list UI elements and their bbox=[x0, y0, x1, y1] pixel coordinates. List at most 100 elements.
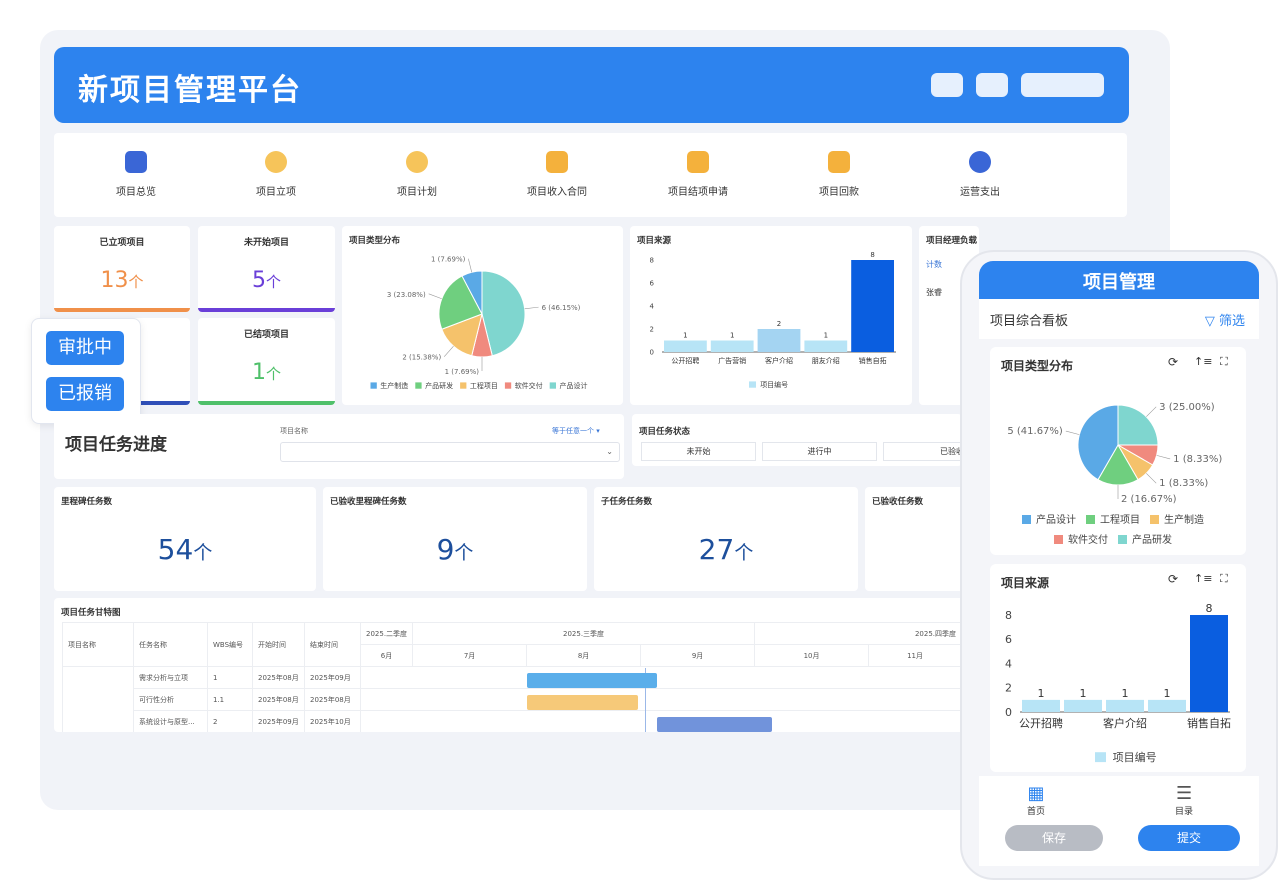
quarter-label: 2025.三季度 bbox=[412, 622, 756, 645]
x-tick-label: 销售自拓 bbox=[859, 356, 887, 365]
label-leader bbox=[428, 293, 442, 300]
pie-chart: 6 (46.15%) 1 (7.69%) 2 (15.38%) 3 (23.08%) 1… bbox=[370, 256, 588, 390]
nav-item[interactable]: 项目立项 bbox=[216, 151, 336, 198]
legend-swatch bbox=[460, 382, 467, 389]
gantt-bar[interactable] bbox=[527, 695, 638, 710]
legend-label: 产品研发 bbox=[425, 381, 453, 390]
project-name-select[interactable]: ⌄ bbox=[280, 442, 620, 462]
gantt-bar[interactable] bbox=[657, 717, 772, 732]
bar-value-label: 8 bbox=[870, 251, 874, 259]
bar-value-label: 1 bbox=[683, 332, 687, 340]
bar bbox=[664, 340, 707, 352]
stat-card-closed: 已结项项目 1个 bbox=[198, 318, 335, 405]
chart-title: 项目任务甘特图 bbox=[61, 608, 121, 618]
approving-tag[interactable]: 审批中 bbox=[46, 331, 124, 365]
filter-mode-dropdown[interactable]: 等于任意一个 ▾ bbox=[552, 426, 600, 436]
header-button-3[interactable] bbox=[1021, 73, 1104, 97]
nav-label: 项目总览 bbox=[116, 187, 156, 198]
project-start-icon bbox=[265, 151, 287, 173]
y-tick-label: 0 bbox=[1005, 706, 1012, 719]
column-header: WBS编号 bbox=[207, 622, 253, 667]
nav-label: 项目收入合同 bbox=[527, 187, 587, 198]
label-leader bbox=[1156, 455, 1171, 460]
column-header: 项目名称 bbox=[62, 622, 134, 667]
expense-icon bbox=[969, 151, 991, 173]
nav-item[interactable]: 项目结项申请 bbox=[638, 151, 758, 198]
filter-button[interactable]: ▽ 筛选 bbox=[1205, 310, 1245, 329]
x-tick-label: 朋友介绍 bbox=[812, 356, 840, 365]
nav-item[interactable]: 项目收入合同 bbox=[497, 151, 617, 198]
legend-swatch bbox=[1022, 515, 1031, 524]
bar bbox=[710, 340, 754, 352]
stat-bar bbox=[198, 308, 335, 312]
mobile-title: 项目管理 bbox=[979, 261, 1259, 299]
column-header: 任务名称 bbox=[133, 622, 208, 667]
nav-item[interactable]: 项目回款 bbox=[779, 151, 899, 198]
stat-value: 13个 bbox=[100, 268, 144, 293]
plan-icon bbox=[406, 151, 428, 173]
stat-value: 1个 bbox=[251, 360, 281, 385]
bar bbox=[1190, 615, 1228, 712]
count-card: 已验收里程碑任务数 9个 bbox=[323, 487, 587, 591]
legend-swatch bbox=[1150, 515, 1159, 524]
quarter-label: 2025.二季度 bbox=[359, 622, 414, 645]
stat-label: 未开始项目 bbox=[243, 238, 289, 248]
filter-title: 项目任务状态 bbox=[639, 427, 691, 437]
y-tick-label: 0 bbox=[650, 348, 654, 356]
board-title: 项目综合看板 bbox=[990, 314, 1069, 329]
bar-chart-card: 项目来源 0 2 4 6 8 1 公开招聘 1 广告营销 2 客户介绍 1 朋友介绍 8 销售自拓 项目编号 bbox=[630, 226, 912, 405]
table-row[interactable]: 系统设计与原型... 2 2025年09月 2025年10月 bbox=[63, 710, 962, 732]
legend-swatch bbox=[415, 382, 422, 389]
bar bbox=[1022, 699, 1060, 712]
grid-icon: ▦ bbox=[1027, 783, 1045, 804]
status-option[interactable]: 未开始 bbox=[641, 442, 756, 461]
count-card: 里程碑任务数 54个 bbox=[54, 487, 316, 591]
table-row[interactable]: 需求分析与立项 1 2025年08月 2025年09月 bbox=[62, 666, 962, 732]
label-leader bbox=[524, 306, 539, 310]
nav-item[interactable]: 项目计划 bbox=[357, 151, 477, 198]
header-button-2[interactable] bbox=[976, 73, 1008, 97]
closure-icon bbox=[687, 151, 709, 173]
column-header: 结束时间 bbox=[304, 622, 361, 667]
status-option[interactable]: 进行中 bbox=[762, 442, 877, 461]
count-label: 子任务任务数 bbox=[601, 497, 653, 507]
count-value: 27个 bbox=[698, 533, 754, 566]
chart-title: 项目经理负载 bbox=[926, 236, 978, 246]
header-button-1[interactable] bbox=[931, 73, 963, 97]
submit-button[interactable]: 提交 bbox=[1138, 825, 1240, 851]
month-label: 11月 bbox=[868, 644, 962, 667]
legend-swatch bbox=[749, 381, 756, 388]
x-tick-label: 公开招聘 bbox=[671, 356, 699, 365]
table-row[interactable]: 可行性分析 1.1 2025年08月 2025年08月 bbox=[63, 688, 962, 711]
nav-label: 项目结项申请 bbox=[668, 187, 728, 198]
nav-item[interactable]: 运营支出 bbox=[920, 151, 1040, 198]
column-header: 开始时间 bbox=[252, 622, 305, 667]
save-button[interactable]: 保存 bbox=[1005, 825, 1103, 851]
tab-catalog[interactable]: ☰ 目录 bbox=[1175, 784, 1193, 818]
y-tick-label: 2 bbox=[1005, 682, 1012, 695]
app-title: 新项目管理平台 bbox=[78, 73, 302, 108]
bar-value-label: 1 bbox=[730, 332, 734, 340]
y-tick-label: 6 bbox=[1005, 633, 1012, 646]
reimbursed-tag[interactable]: 已报销 bbox=[46, 377, 124, 411]
gantt-bar[interactable] bbox=[527, 673, 657, 688]
pie-chart-card: 项目类型分布 6 (46.15%) 1 (7.69%) 2 (15.38%) 3 (2… bbox=[342, 226, 623, 405]
legend-swatch bbox=[370, 382, 377, 389]
bar-chart: 0 2 4 6 8 1 公开招聘 1 1 客户介绍 1 8 销售自拓项目编号 bbox=[1005, 602, 1231, 764]
gantt-card: 项目任务甘特图 项目名称 任务名称 WBS编号 开始时间 结束时间 2025.二季度 20… bbox=[54, 598, 964, 732]
legend-label: 生产制造 bbox=[380, 381, 408, 390]
mobile-bar-card: 项目来源 ⟳ ↑≡ ⛶ 0 2 4 6 8 1 公开招聘 1 1 客户介绍 1 8 销售自拓 项目编号 bbox=[990, 564, 1246, 772]
pie-chart: 3 (25.00%) 1 (8.33%) 1 (8.33%) 2 (16.67%) 5 … bbox=[1007, 402, 1222, 546]
y-tick-label: 8 bbox=[650, 256, 654, 264]
slice-label: 1 (7.69%) bbox=[431, 256, 466, 264]
nav-label: 项目立项 bbox=[256, 187, 296, 198]
month-label: 7月 bbox=[412, 644, 528, 667]
legend-swatch bbox=[1086, 515, 1095, 524]
slice-label: 1 (8.33%) bbox=[1159, 478, 1208, 489]
count-card: 子任务任务数 27个 bbox=[594, 487, 858, 591]
nav-item[interactable]: 项目总览 bbox=[76, 151, 196, 198]
month-label: 6月 bbox=[359, 644, 414, 667]
stat-label: 已结项项目 bbox=[243, 330, 289, 340]
bar-value-label: 2 bbox=[777, 320, 781, 328]
tab-home[interactable]: ▦ 首页 bbox=[1027, 783, 1045, 818]
